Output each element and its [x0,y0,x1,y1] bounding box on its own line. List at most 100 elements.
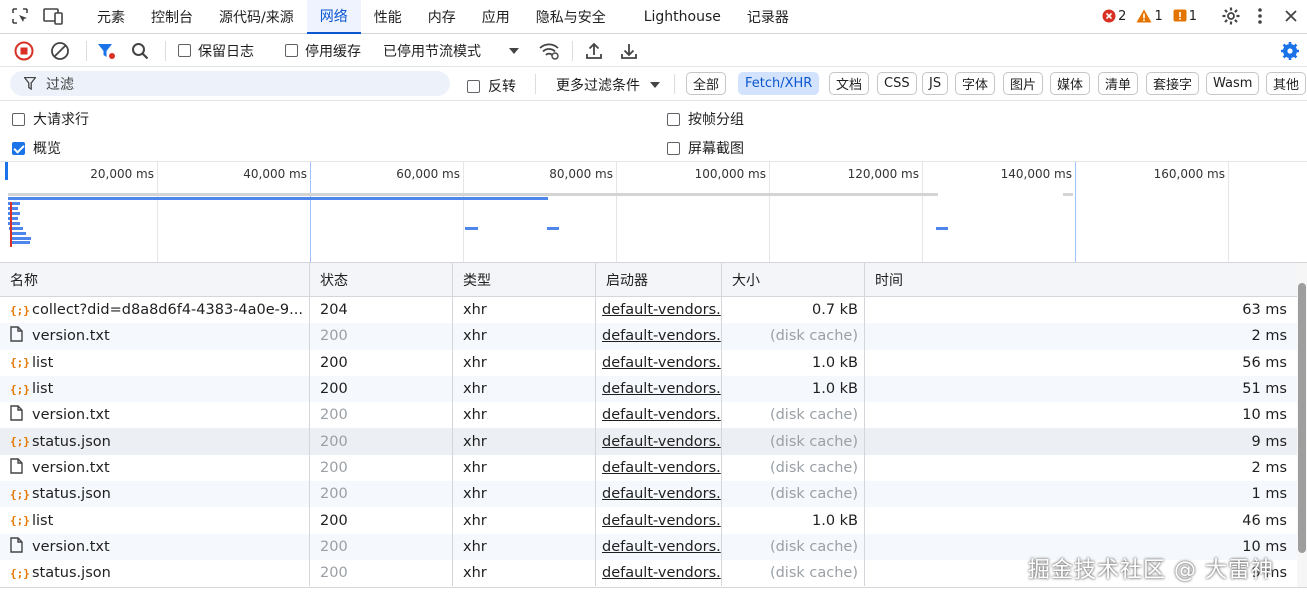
table-scrollbar[interactable] [1297,263,1307,587]
network-settings-gear-icon[interactable] [1280,34,1300,67]
initiator-link[interactable]: default-vendors. [602,486,721,502]
filter-chip-7[interactable]: 媒体 [1050,72,1091,95]
table-row[interactable]: {;} list 200 xhr default-vendors. 1.0 kB 56 ms [0,349,1297,376]
initiator-link[interactable]: default-vendors. [602,565,721,581]
screenshots-checkbox[interactable]: 屏幕截图 [667,138,744,158]
preserve-log-checkbox[interactable]: 保留日志 [178,34,254,67]
disable-cache-check[interactable] [285,44,298,57]
tab-8[interactable]: Lighthouse [631,0,734,34]
settings-gear-icon[interactable] [1221,6,1241,26]
filter-chip-8[interactable]: 清单 [1098,72,1139,95]
table-row[interactable]: {;} list 200 xhr default-vendors. 1.0 kB 46 ms [0,507,1297,534]
tab-1[interactable]: 控制台 [138,0,206,34]
inspect-element-icon[interactable] [10,6,30,26]
filter-chip-10[interactable]: Wasm [1206,72,1260,95]
tabbar-right: 2 1 1 [1102,6,1299,26]
initiator-link[interactable]: default-vendors. [602,460,721,476]
column-header-4[interactable]: 大小 [722,263,865,297]
tab-2[interactable]: 源代码/来源 [206,0,307,34]
filter-funnel-icon[interactable] [96,34,116,67]
toolbar-divider [86,41,87,61]
tab-0[interactable]: 元素 [84,0,138,34]
chevron-down-icon [650,82,660,88]
cell-type: xhr [453,454,596,482]
initiator-link[interactable]: default-vendors. [602,513,721,529]
initiator-link[interactable]: default-vendors. [602,302,721,318]
table-row[interactable]: version.txt 200 xhr default-vendors. (disk c… [0,323,1297,350]
tab-6[interactable]: 应用 [469,0,523,34]
network-overview-timeline[interactable]: 20,000 ms 40,000 ms 60,000 ms 80,000 ms 100,… [0,162,1307,263]
group-by-frame-check[interactable] [667,112,680,126]
device-toolbar-icon[interactable] [42,6,64,26]
tab-3[interactable]: 网络 [306,0,361,34]
filter-chip-5[interactable]: 字体 [955,72,996,95]
network-options: 大请求行 概览 按帧分组 屏幕截图 [0,101,1307,162]
timeline-tick-label: 80,000 ms [549,167,613,181]
filter-input[interactable]: 过滤 [10,71,450,96]
request-name: version.txt [32,328,110,345]
filter-chip-11[interactable]: 其他 [1266,72,1307,95]
overview-check[interactable] [12,141,25,155]
initiator-link[interactable]: default-vendors. [602,407,721,423]
initiator-link[interactable]: default-vendors. [602,355,721,371]
warning-count-badge[interactable]: 1 [1136,9,1163,24]
overview-bar [12,241,30,244]
screenshots-check[interactable] [667,141,680,155]
disable-cache-checkbox[interactable]: 停用缓存 [285,34,361,67]
import-har-icon[interactable] [585,34,603,67]
preserve-log-check[interactable] [178,44,191,57]
invert-check[interactable] [467,79,480,93]
table-row[interactable]: {;} status.json 200 xhr default-vendors. (dis… [0,481,1297,508]
cell-type: xhr [453,402,596,429]
more-options-icon[interactable] [1257,7,1263,25]
clear-icon[interactable] [50,34,70,67]
overview-label: 概览 [33,141,61,157]
invert-checkbox[interactable]: 反转 [467,76,516,96]
column-header-2[interactable]: 类型 [453,263,596,297]
throttling-select[interactable]: 已停用节流模式 [383,34,519,67]
initiator-link[interactable]: default-vendors. [602,381,721,397]
record-stop-icon[interactable] [14,34,34,67]
scrollbar-thumb[interactable] [1298,283,1306,553]
table-row[interactable]: {;} status.json 200 xhr default-vendors. (dis… [0,428,1297,455]
column-header-0[interactable]: 名称 [0,263,310,297]
big-request-rows-check[interactable] [12,112,25,126]
cell-size: 1.0 kB [722,375,865,403]
table-row[interactable]: {;} list 200 xhr default-vendors. 1.0 kB 51 ms [0,375,1297,403]
column-header-3[interactable]: 启动器 [596,263,722,297]
error-count-badge[interactable]: 2 [1102,9,1126,24]
network-conditions-icon[interactable] [538,34,560,67]
cell-status: 200 [310,481,453,508]
tab-5[interactable]: 内存 [415,0,469,34]
filter-chip-6[interactable]: 图片 [1003,72,1044,95]
search-icon[interactable] [131,34,149,67]
issues-count-badge[interactable]: 1 [1173,9,1197,24]
tab-7[interactable]: 隐私与安全 [523,0,619,34]
export-har-icon[interactable] [620,34,638,67]
initiator-link[interactable]: default-vendors. [602,539,721,555]
filter-chip-2[interactable]: 文档 [829,72,870,95]
more-filters-dropdown[interactable]: 更多过滤条件 [556,75,660,95]
filter-chip-0[interactable]: 全部 [686,72,727,95]
column-header-1[interactable]: 状态 [310,263,453,297]
filter-chip-3[interactable]: CSS [877,72,917,95]
initiator-link[interactable]: default-vendors. [602,434,721,450]
tab-4[interactable]: 性能 [361,0,415,34]
overview-checkbox[interactable]: 概览 [12,138,61,158]
column-header-5[interactable]: 时间 [865,263,1297,297]
big-request-rows-checkbox[interactable]: 大请求行 [12,109,89,129]
filter-divider [674,74,675,94]
table-row[interactable]: version.txt 200 xhr default-vendors. (disk c… [0,402,1297,429]
filter-chip-1[interactable]: Fetch/XHR [738,72,820,95]
timeline-tick-label: 40,000 ms [243,167,307,181]
table-row[interactable]: version.txt 200 xhr default-vendors. (disk c… [0,454,1297,482]
initiator-link[interactable]: default-vendors. [602,328,721,344]
filter-chip-9[interactable]: 套接字 [1146,72,1200,95]
filter-chip-4[interactable]: JS [922,72,949,95]
disable-cache-label: 停用缓存 [305,43,361,60]
close-icon[interactable] [1283,8,1299,24]
tab-9[interactable]: 记录器 [734,0,802,34]
group-by-frame-checkbox[interactable]: 按帧分组 [667,109,744,129]
status-bar [0,587,1307,599]
table-row[interactable]: {;} collect?did=d8a8d6f4-4383-4a0e-9... 20… [0,297,1297,324]
